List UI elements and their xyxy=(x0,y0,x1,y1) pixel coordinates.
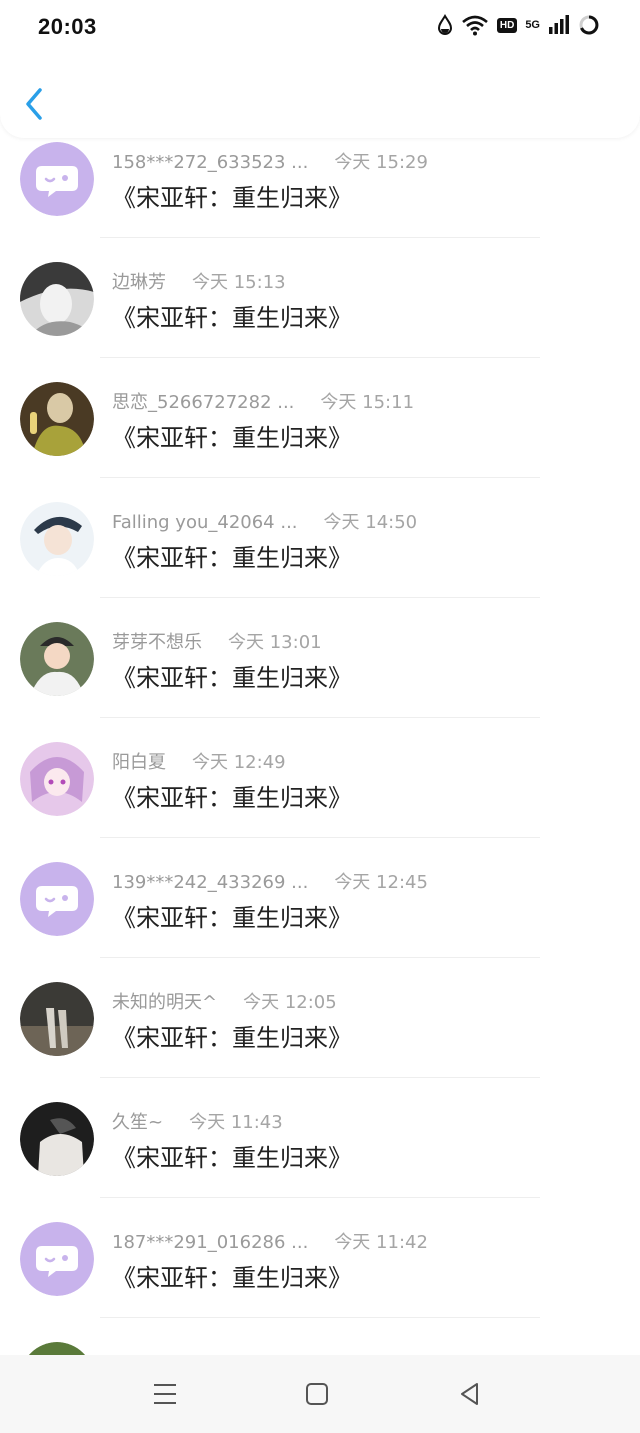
message-list: 158***272_633523 ... 今天 15:29 《宋亚轩：重生归来》 … xyxy=(0,118,640,1355)
message-title: 《宋亚轩：重生归来》 xyxy=(112,784,352,812)
sender-name: 187***291_016286 ... xyxy=(112,1232,309,1253)
avatar[interactable] xyxy=(20,1222,94,1296)
list-item[interactable]: 边琳芳 今天 15:13 《宋亚轩：重生归来》 xyxy=(0,238,640,358)
message-title: 《宋亚轩：重生归来》 xyxy=(112,1144,352,1172)
item-meta: 187***291_016286 ... 今天 11:42 xyxy=(112,1228,428,1254)
avatar[interactable] xyxy=(20,742,94,816)
message-title: 《宋亚轩：重生归来》 xyxy=(112,304,352,332)
list-item[interactable]: 思恋_5266727282 ... 今天 15:11 《宋亚轩：重生归来》 xyxy=(0,358,640,478)
status-bar: 20:03 HD 5G xyxy=(0,0,640,56)
sender-name: 芽芽不想乐 xyxy=(112,632,202,653)
drop-icon xyxy=(437,14,452,35)
user-photo-avatar xyxy=(20,622,94,696)
item-meta: 158***272_633523 ... 今天 15:29 xyxy=(112,148,428,174)
user-photo-avatar xyxy=(20,742,94,816)
avatar[interactable] xyxy=(20,1342,94,1355)
user-photo-avatar xyxy=(20,982,94,1056)
message-time: 今天 12:49 xyxy=(192,752,286,773)
avatar[interactable] xyxy=(20,142,94,216)
menu-icon xyxy=(154,1384,176,1404)
message-time: 今天 14:50 xyxy=(323,512,418,533)
system-nav-bar xyxy=(0,1355,640,1433)
wifi-icon xyxy=(462,15,488,36)
avatar[interactable] xyxy=(20,382,94,456)
message-title: 《宋亚轩：重生归来》 xyxy=(112,424,352,452)
sender-name: Falling you_42064 ... xyxy=(112,512,298,533)
list-item[interactable]: 139***242_433269 ... 今天 12:45 《宋亚轩：重生归来》 xyxy=(0,838,640,958)
app-header xyxy=(0,56,640,138)
item-meta: 139***242_433269 ... 今天 12:45 xyxy=(112,868,428,894)
message-time: 今天 15:13 xyxy=(192,272,286,293)
signal-icon xyxy=(549,15,569,34)
item-meta: 未知的明天^ 今天 12:05 xyxy=(112,988,337,1014)
message-title: 《宋亚轩：重生归来》 xyxy=(112,1024,352,1052)
list-item[interactable]: Falling you_42064 ... 今天 14:50 《宋亚轩：重生归来》 xyxy=(0,478,640,598)
back-nav-button[interactable] xyxy=(455,1379,485,1409)
item-meta: 阳白夏 今天 12:49 xyxy=(112,748,286,774)
list-item[interactable]: 芽芽不想乐 今天 13:01 《宋亚轩：重生归来》 xyxy=(0,598,640,718)
chat-bubble-avatar-icon xyxy=(20,1222,94,1296)
avatar[interactable] xyxy=(20,982,94,1056)
message-title: 《宋亚轩：重生归来》 xyxy=(112,1264,352,1292)
sender-name: 久笙~ xyxy=(112,1112,164,1133)
message-time: 今天 11:43 xyxy=(189,1112,283,1133)
message-title: 《宋亚轩：重生归来》 xyxy=(112,184,352,212)
item-meta: 思恋_5266727282 ... 今天 15:11 xyxy=(112,388,414,414)
triangle-back-icon xyxy=(461,1383,478,1405)
message-time: 今天 13:01 xyxy=(228,632,322,653)
sender-name: 139***242_433269 ... xyxy=(112,872,309,893)
home-button[interactable] xyxy=(302,1379,332,1409)
item-meta: 久笙~ 今天 11:43 xyxy=(112,1108,283,1134)
item-meta xyxy=(112,1348,138,1355)
sender-name: 思恋_5266727282 ... xyxy=(112,392,295,413)
message-time: 今天 12:45 xyxy=(334,872,428,893)
message-time: 今天 15:29 xyxy=(334,152,428,173)
sender-name: 边琳芳 xyxy=(112,272,166,293)
list-item[interactable]: 阳白夏 今天 12:49 《宋亚轩：重生归来》 xyxy=(0,718,640,838)
user-photo-avatar xyxy=(20,382,94,456)
avatar[interactable] xyxy=(20,502,94,576)
menu-button[interactable] xyxy=(150,1379,180,1409)
network-label: 5G xyxy=(525,19,540,31)
item-meta: 芽芽不想乐 今天 13:01 xyxy=(112,628,322,654)
avatar[interactable] xyxy=(20,1102,94,1176)
item-meta: 边琳芳 今天 15:13 xyxy=(112,268,286,294)
message-time: 今天 12:05 xyxy=(243,992,337,1013)
status-time: 20:03 xyxy=(38,14,97,39)
avatar[interactable] xyxy=(20,862,94,936)
battery-ring-icon xyxy=(579,15,599,35)
message-time: 今天 15:11 xyxy=(320,392,415,413)
status-icons: HD 5G xyxy=(437,14,600,36)
message-time: 今天 11:42 xyxy=(334,1232,428,1253)
list-item[interactable]: 未知的明天^ 今天 12:05 《宋亚轩：重生归来》 xyxy=(0,958,640,1078)
back-button[interactable] xyxy=(18,84,52,124)
list-item[interactable]: 187***291_016286 ... 今天 11:42 《宋亚轩：重生归来》 xyxy=(0,1198,640,1318)
user-photo-avatar xyxy=(28,1342,86,1355)
sender-name: 阳白夏 xyxy=(112,752,166,773)
list-item[interactable]: 久笙~ 今天 11:43 《宋亚轩：重生归来》 xyxy=(0,1078,640,1198)
avatar[interactable] xyxy=(20,622,94,696)
chat-bubble-avatar-icon xyxy=(20,862,94,936)
chat-bubble-avatar-icon xyxy=(20,142,94,216)
item-meta: Falling you_42064 ... 今天 14:50 xyxy=(112,508,417,534)
message-title: 《宋亚轩：重生归来》 xyxy=(112,664,352,692)
user-photo-avatar xyxy=(20,262,94,336)
hd-badge: HD xyxy=(496,17,518,33)
message-title: 《宋亚轩：重生归来》 xyxy=(112,544,352,572)
list-item[interactable] xyxy=(0,1318,640,1355)
sender-name: 未知的明天^ xyxy=(112,992,218,1013)
chevron-left-icon xyxy=(26,88,42,120)
home-square-icon xyxy=(306,1383,328,1405)
sender-name: 158***272_633523 ... xyxy=(112,152,309,173)
avatar[interactable] xyxy=(20,262,94,336)
message-title: 《宋亚轩：重生归来》 xyxy=(112,904,352,932)
user-photo-avatar xyxy=(20,502,94,576)
user-photo-avatar xyxy=(20,1102,94,1176)
